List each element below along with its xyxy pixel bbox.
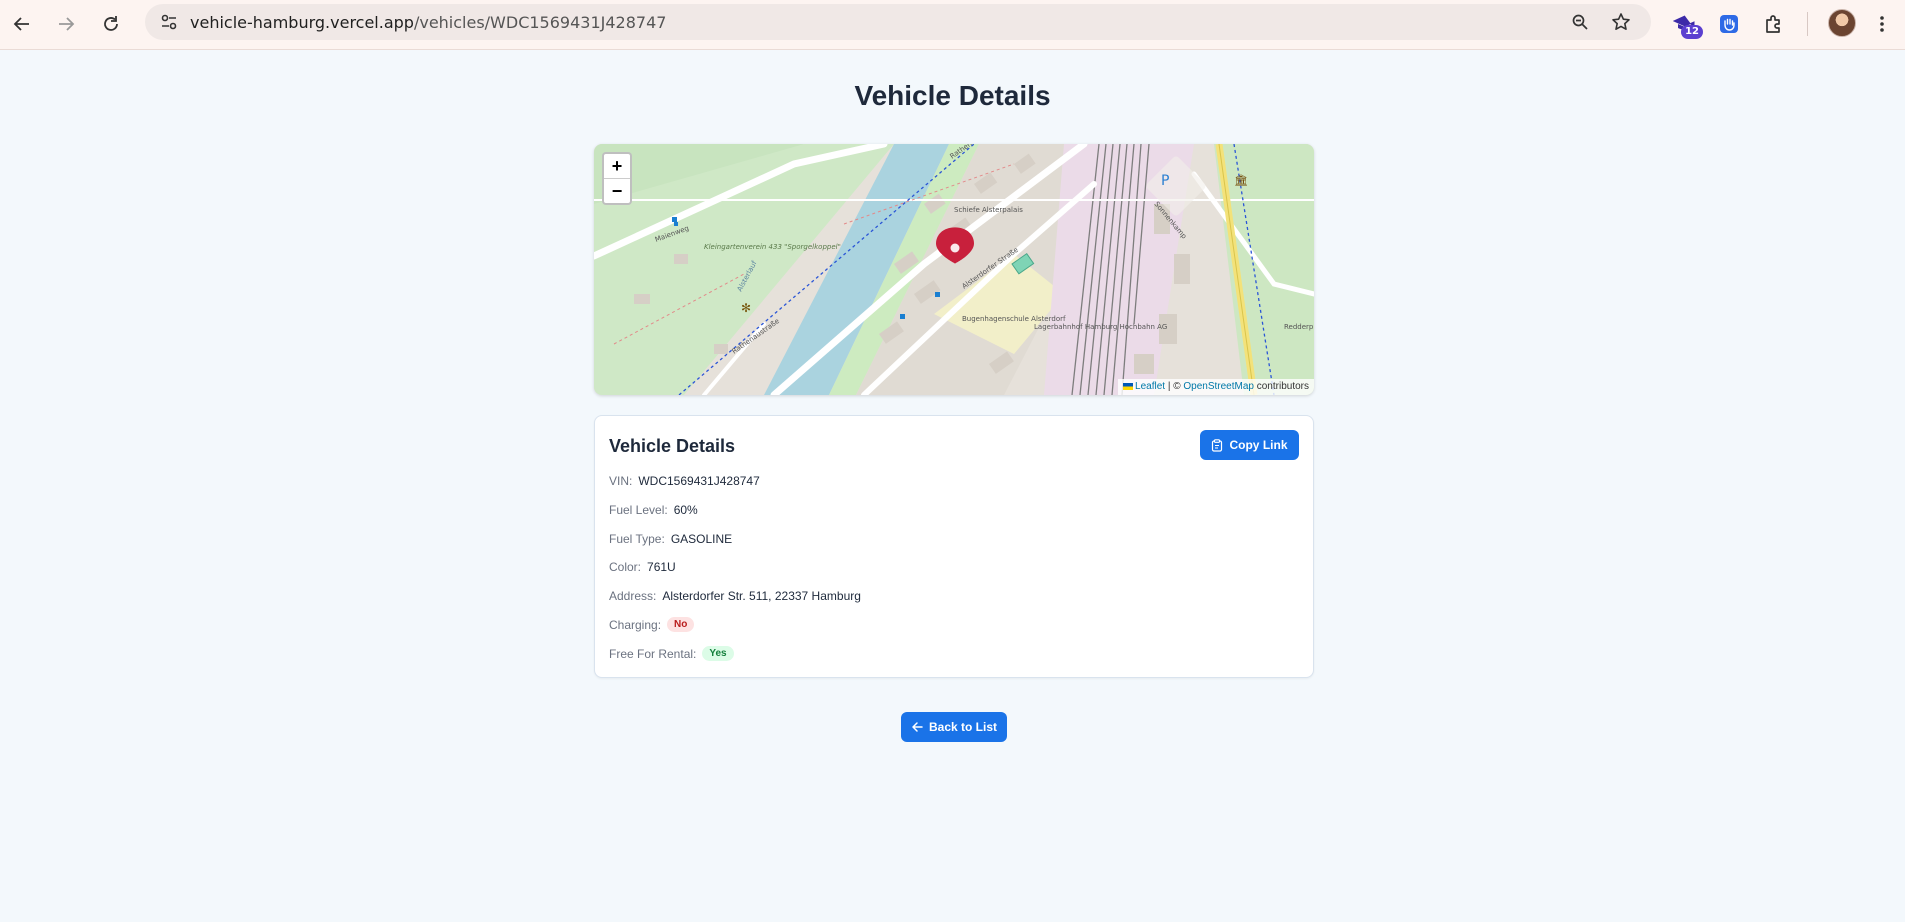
vin-row: VIN: WDC1569431J428747 — [609, 474, 760, 488]
address-label: Address: — [609, 589, 657, 603]
address-bar[interactable]: vehicle-hamburg.vercel.app/vehicles/WDC1… — [145, 4, 1651, 40]
zoom-icon[interactable] — [1566, 8, 1594, 36]
map-attribution: Leaflet | © OpenStreetMap contributors — [1118, 379, 1314, 395]
profile-avatar[interactable] — [1828, 9, 1856, 37]
card-title: Vehicle Details — [609, 436, 736, 456]
copy-link-button[interactable]: Copy Link — [1200, 430, 1299, 460]
color-row: Color: 761U — [609, 560, 676, 574]
url-host: vehicle-hamburg.vercel.app — [190, 13, 414, 32]
extensions-puzzle-icon[interactable] — [1758, 8, 1790, 40]
arrow-left-icon — [912, 722, 923, 732]
bookmark-star-icon[interactable] — [1607, 8, 1635, 36]
fuel-level-row: Fuel Level: 60% — [609, 503, 698, 517]
back-arrow-icon[interactable] — [6, 8, 38, 40]
fuel-type-value: GASOLINE — [670, 532, 733, 546]
vin-value: WDC1569431J428747 — [638, 474, 760, 488]
ukraine-flag-icon — [1123, 382, 1134, 390]
extension-badge: 12 — [1681, 25, 1703, 39]
fuel-level-label: Fuel Level: — [609, 503, 668, 517]
fuel-type-row: Fuel Type: GASOLINE — [609, 532, 732, 546]
zoom-out-button[interactable]: − — [604, 178, 630, 203]
extension-cap-icon[interactable]: 12 — [1669, 8, 1703, 40]
map-tiles[interactable]: P 🏛 ✻ Alsterdorfer Straße Rathenaustraße… — [594, 144, 1314, 395]
charging-status-badge: No — [667, 617, 695, 632]
color-value: 761U — [647, 560, 676, 574]
vehicle-details-card: Vehicle Details Copy Link VIN: WDC156943… — [594, 415, 1314, 678]
url-text: vehicle-hamburg.vercel.app/vehicles/WDC1… — [190, 13, 666, 32]
fuel-level-value: 60% — [673, 503, 698, 517]
copy-link-label: Copy Link — [1229, 438, 1288, 452]
extension-hand-icon[interactable] — [1713, 8, 1745, 40]
palais-label: Schiefe Alsterpalais — [954, 206, 1023, 214]
charging-label: Charging: — [609, 617, 662, 632]
color-label: Color: — [609, 560, 642, 574]
depot-label: Lagerbahnhof Hamburg Hochbahn AG — [1034, 323, 1167, 331]
site-settings-icon[interactable] — [155, 8, 183, 36]
url-path: /vehicles/WDC1569431J428747 — [413, 13, 667, 32]
windmill-icon: ✻ — [741, 301, 751, 315]
address-row: Address: Alsterdorfer Str. 511, 22337 Ha… — [609, 589, 861, 603]
reload-icon[interactable] — [95, 8, 127, 40]
charging-row: Charging: No — [609, 617, 695, 632]
address-value: Alsterdorfer Str. 511, 22337 Hamburg — [662, 589, 861, 603]
toolbar-divider — [1807, 12, 1808, 36]
museum-icon: 🏛 — [1234, 174, 1248, 187]
page-title: Vehicle Details — [854, 80, 1051, 111]
map-zoom-control: + − — [602, 152, 632, 205]
osm-link[interactable]: OpenStreetMap — [1183, 381, 1254, 392]
attribution-suffix: contributors — [1256, 381, 1309, 392]
vin-label: VIN: — [609, 474, 633, 488]
more-menu-icon[interactable] — [1866, 8, 1898, 40]
clipboard-icon — [1212, 438, 1223, 452]
zoom-in-button[interactable]: + — [604, 154, 630, 178]
leaflet-link[interactable]: Leaflet — [1135, 381, 1165, 392]
street-label-redder: Redderplatz — [1284, 323, 1314, 331]
rental-label: Free For Rental: — [609, 646, 697, 661]
back-to-list-label: Back to List — [928, 720, 997, 734]
rental-row: Free For Rental: Yes — [609, 646, 734, 661]
browser-toolbar: vehicle-hamburg.vercel.app/vehicles/WDC1… — [0, 0, 1905, 50]
parking-label: P — [1161, 173, 1169, 189]
fuel-type-label: Fuel Type: — [609, 532, 665, 546]
garden-label: Kleingartenverein 433 "Sporgelkoppel" — [704, 243, 841, 251]
forward-arrow-icon[interactable] — [50, 8, 82, 40]
rental-status-badge: Yes — [702, 646, 734, 661]
back-to-list-button[interactable]: Back to List — [901, 712, 1007, 742]
vehicle-map[interactable]: P 🏛 ✻ Alsterdorfer Straße Rathenaustraße… — [594, 144, 1314, 395]
attribution-separator: | © — [1167, 381, 1181, 392]
school-label: Bugenhagenschule Alsterdorf — [962, 315, 1066, 323]
